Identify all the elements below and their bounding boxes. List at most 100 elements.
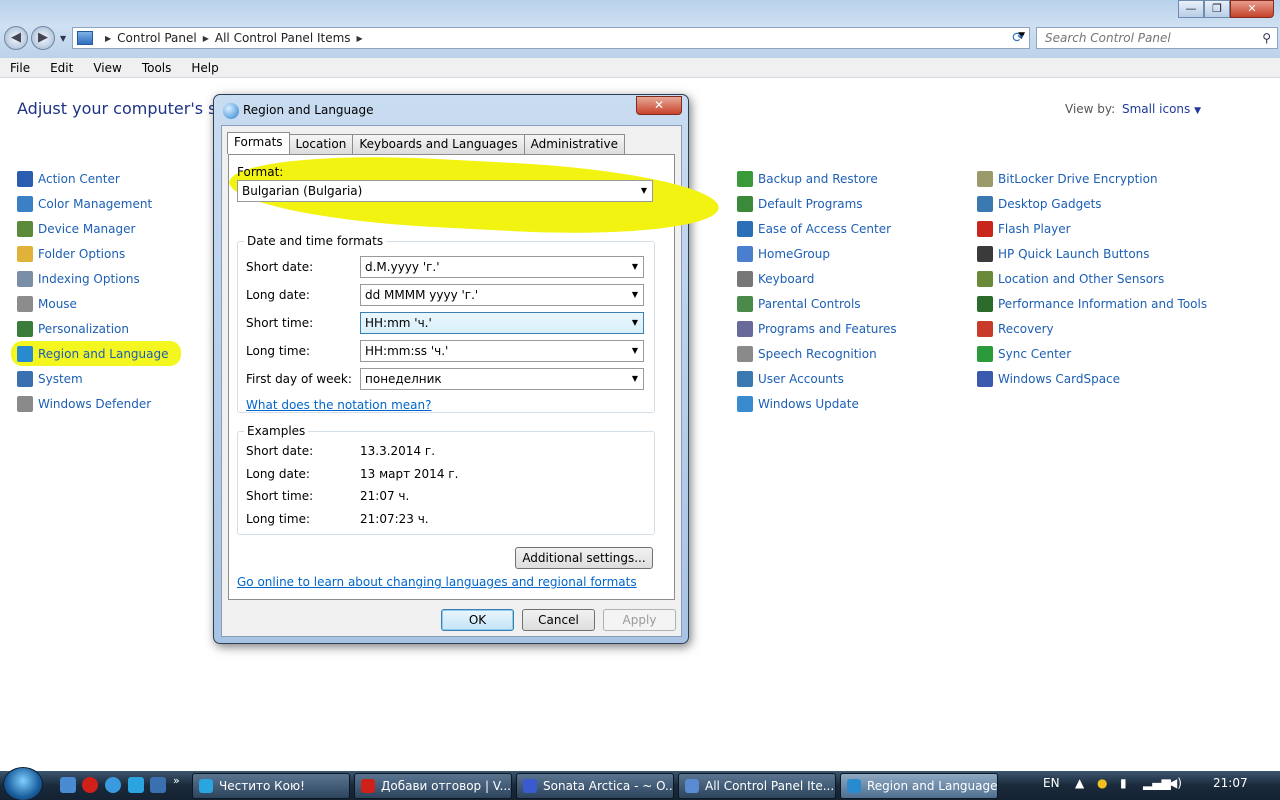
cp-item-location-and-other-sensors[interactable]: Location and Other Sensors [977, 266, 1207, 291]
cp-item-ease-of-access-center[interactable]: Ease of Access Center [737, 216, 897, 241]
start-button[interactable] [3, 767, 43, 800]
breadcrumb-all-items[interactable]: All Control Panel Items [215, 31, 351, 45]
skype-icon[interactable] [128, 777, 144, 793]
chevron-down-icon[interactable]: ▼ [1194, 106, 1201, 116]
volume-icon[interactable]: ◀) [1168, 776, 1182, 790]
chevron-down-icon[interactable]: ▼ [632, 285, 638, 305]
search-icon[interactable]: ⚲ [1262, 31, 1271, 45]
taskbar-button[interactable]: All Control Panel Ite... [678, 773, 836, 799]
close-button[interactable]: ✕ [1230, 0, 1274, 18]
taskbar-button[interactable]: Sonata Arctica - ~ O... [516, 773, 674, 799]
cp-item-homegroup[interactable]: HomeGroup [737, 241, 897, 266]
menu-tools[interactable]: Tools [132, 61, 182, 75]
tab-formats[interactable]: Formats [227, 132, 290, 154]
cp-item-performance-information-and-tools[interactable]: Performance Information and Tools [977, 291, 1207, 316]
cp-item-user-accounts[interactable]: User Accounts [737, 366, 897, 391]
cp-item-personalization[interactable]: Personalization [17, 316, 181, 341]
view-by-value[interactable]: Small icons [1122, 102, 1190, 116]
additional-settings-button[interactable]: Additional settings... [515, 547, 653, 569]
taskbar-button[interactable]: Region and Language [840, 773, 998, 799]
chevron-down-icon[interactable]: ▼ [632, 257, 638, 277]
format-select[interactable]: Bulgarian (Bulgaria) ▼ [237, 180, 653, 202]
online-help-link[interactable]: Go online to learn about changing langua… [237, 575, 637, 589]
opera-icon[interactable] [82, 777, 98, 793]
cp-item-recovery[interactable]: Recovery [977, 316, 1207, 341]
cp-item-bitlocker-drive-encryption[interactable]: BitLocker Drive Encryption [977, 166, 1207, 191]
show-hidden-icons[interactable]: ▲ [1075, 776, 1084, 790]
cp-item-indexing-options[interactable]: Indexing Options [17, 266, 181, 291]
menu-view[interactable]: View [83, 61, 131, 75]
cp-item-sync-center[interactable]: Sync Center [977, 341, 1207, 366]
cancel-button[interactable]: Cancel [522, 609, 595, 631]
apply-button[interactable]: Apply [603, 609, 676, 631]
cp-item-parental-controls[interactable]: Parental Controls [737, 291, 897, 316]
chevron-down-icon[interactable]: ▼ [641, 181, 647, 201]
cp-item-windows-update[interactable]: Windows Update [737, 391, 897, 416]
tab-location[interactable]: Location [288, 134, 354, 154]
cp-item-desktop-gadgets[interactable]: Desktop Gadgets [977, 191, 1207, 216]
address-bar[interactable]: ▶ Control Panel ▶ All Control Panel Item… [72, 27, 1030, 49]
device-icon [17, 220, 33, 237]
defender-icon [17, 395, 33, 412]
media-player-icon[interactable] [150, 777, 166, 793]
cp-item-region-and-language[interactable]: Region and Language [11, 341, 181, 366]
format-combo[interactable]: HH:mm 'ч.' ▼ [360, 312, 644, 334]
refresh-icon[interactable]: ⟳ [1007, 27, 1029, 49]
cp-item-label: Device Manager [38, 221, 136, 236]
menu-help[interactable]: Help [181, 61, 228, 75]
format-combo[interactable]: понеделник ▼ [360, 368, 644, 390]
cp-item-windows-defender[interactable]: Windows Defender [17, 391, 181, 416]
internet-explorer-icon[interactable] [105, 777, 121, 793]
chevron-down-icon[interactable]: ▼ [632, 313, 638, 333]
tab-administrative[interactable]: Administrative [523, 134, 626, 154]
tab-keyboards-languages[interactable]: Keyboards and Languages [352, 134, 525, 154]
format-combo[interactable]: d.M.yyyy 'г.' ▼ [360, 256, 644, 278]
cp-item-hp-quick-launch-buttons[interactable]: HP Quick Launch Buttons [977, 241, 1207, 266]
notation-help-link[interactable]: What does the notation mean? [246, 398, 431, 412]
ok-button[interactable]: OK [441, 609, 514, 631]
cp-item-default-programs[interactable]: Default Programs [737, 191, 897, 216]
cp-item-device-manager[interactable]: Device Manager [17, 216, 181, 241]
quick-launch-overflow[interactable]: » [173, 774, 180, 787]
back-button[interactable]: ◀ [4, 26, 28, 50]
cp-item-programs-and-features[interactable]: Programs and Features [737, 316, 897, 341]
recent-pages-icon[interactable]: ▼ [60, 34, 66, 43]
cp-item-system[interactable]: System [17, 366, 181, 391]
breadcrumb-control-panel[interactable]: Control Panel [117, 31, 197, 45]
minimize-button[interactable]: — [1178, 0, 1204, 18]
chevron-right-icon[interactable]: ▶ [203, 34, 209, 43]
dialog-close-button[interactable]: ✕ [636, 96, 682, 115]
cp-item-keyboard[interactable]: Keyboard [737, 266, 897, 291]
cp-item-mouse[interactable]: Mouse [17, 291, 181, 316]
cp-item-flash-player[interactable]: Flash Player [977, 216, 1207, 241]
chevron-down-icon[interactable]: ▼ [632, 341, 638, 361]
menu-file[interactable]: File [0, 61, 40, 75]
cp-item-speech-recognition[interactable]: Speech Recognition [737, 341, 897, 366]
cp-item-windows-cardspace[interactable]: Windows CardSpace [977, 366, 1207, 391]
cp-item-label: User Accounts [758, 371, 844, 386]
chevron-down-icon[interactable]: ▼ [632, 369, 638, 389]
menu-edit[interactable]: Edit [40, 61, 83, 75]
format-combo-value: dd MMMM yyyy 'г.' [365, 288, 479, 302]
language-indicator[interactable]: EN [1043, 776, 1060, 790]
forward-button[interactable]: ▶ [31, 26, 55, 50]
show-desktop-icon[interactable] [60, 777, 76, 793]
chevron-right-icon[interactable]: ▶ [105, 34, 111, 43]
format-combo[interactable]: HH:mm:ss 'ч.' ▼ [360, 340, 644, 362]
taskbar-button[interactable]: Добави отговор | V... [354, 773, 512, 799]
view-by-dropdown[interactable]: Small icons ▼ [1122, 102, 1201, 116]
taskbar-button[interactable]: Честито Кою! [192, 773, 350, 799]
chevron-right-icon[interactable]: ▶ [357, 34, 363, 43]
network-icon[interactable]: ▂▄▆ [1143, 776, 1171, 790]
cp-item-backup-and-restore[interactable]: Backup and Restore [737, 166, 897, 191]
cp-item-folder-options[interactable]: Folder Options [17, 241, 181, 266]
cp-item-color-management[interactable]: Color Management [17, 191, 181, 216]
clock[interactable]: 21:07 [1213, 776, 1248, 790]
maximize-button[interactable]: ❐ [1204, 0, 1230, 18]
power-icon[interactable]: ▮ [1120, 776, 1127, 790]
search-input[interactable] [1037, 28, 1247, 48]
cp-item-action-center[interactable]: Action Center [17, 166, 181, 191]
tray-app-icon[interactable]: ● [1097, 776, 1107, 790]
format-combo[interactable]: dd MMMM yyyy 'г.' ▼ [360, 284, 644, 306]
search-box[interactable]: ⚲ [1036, 27, 1278, 49]
